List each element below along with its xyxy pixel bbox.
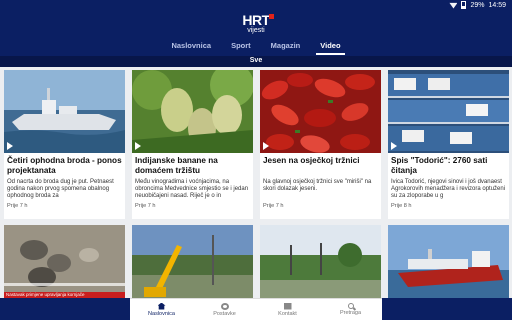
tab-sport[interactable]: Sport [221, 36, 261, 56]
video-thumbnail[interactable] [260, 70, 381, 153]
logo-mark: HRT [242, 13, 274, 27]
battery-icon [461, 1, 467, 9]
logo-subtitle: vijesti [247, 27, 265, 34]
filter-sve[interactable]: Sve [243, 56, 269, 68]
logo-red-square [268, 14, 274, 19]
card-time: Prije 7 h [263, 203, 284, 209]
card-time: Prije 7 h [7, 203, 28, 209]
card-time: Prije 7 h [135, 203, 156, 209]
card-summary: Ivica Todorić, njegovi sinovi i još dvan… [391, 179, 506, 200]
video-thumbnail[interactable] [4, 225, 125, 298]
card-summary: Među vinogradima i voćnjacima, na obronc… [135, 179, 249, 200]
app-header: HRT vijesti [0, 12, 512, 36]
tab-naslovnica[interactable]: Naslovnica [161, 36, 221, 56]
card-title: Indijanske banane na domaćem tržištu [135, 156, 218, 175]
nav-kontakt[interactable]: Kontakt [256, 299, 319, 320]
video-card[interactable]: Jesen na osječkoj tržnici Na glavnoj osj… [260, 70, 381, 219]
news-ticker: Nastavak primjene upravljanja kornjače [4, 292, 125, 298]
card-time: Prije 8 h [391, 203, 412, 209]
nav-pretraga[interactable]: Pretraga [319, 299, 382, 320]
nav-label: Naslovnica [148, 310, 175, 317]
nav-label: Postavke [213, 310, 236, 317]
video-thumbnail[interactable] [388, 225, 509, 298]
video-thumbnail[interactable] [388, 70, 509, 153]
play-icon [391, 142, 397, 150]
mail-icon [283, 302, 292, 310]
video-card[interactable] [388, 225, 509, 298]
card-summary: Na glavnoj osječkoj tržnici sve "miriši"… [263, 179, 372, 193]
nav-label: Kontakt [278, 310, 297, 317]
video-card[interactable]: Spis "Todorić": 2760 sati čitanja Ivica … [388, 70, 509, 219]
card-summary: Od nacrta do broda dug je put. Petnaest … [7, 179, 114, 200]
home-icon [157, 302, 166, 310]
search-icon [347, 303, 354, 309]
clock: 14:59 [488, 1, 506, 9]
nav-label: Pretraga [339, 310, 362, 316]
video-card[interactable]: Nastavak primjene upravljanja kornjače [4, 225, 125, 298]
video-card[interactable]: Indijanske banane na domaćem tržištu Međ… [132, 70, 253, 219]
hrt-logo[interactable]: HRT vijesti [242, 13, 274, 36]
video-card[interactable] [132, 225, 253, 298]
nav-naslovnica[interactable]: Naslovnica [130, 299, 193, 320]
play-icon [135, 142, 141, 150]
card-title: Četiri ophodna broda - ponos projektanat… [7, 156, 122, 175]
bottom-navigation: Naslovnica Postavke Kontakt Pretraga [130, 298, 382, 320]
gear-icon [220, 302, 229, 310]
video-thumbnail[interactable] [4, 70, 125, 153]
tab-magazin[interactable]: Magazin [261, 36, 311, 56]
tab-video[interactable]: Video [310, 36, 350, 56]
card-title: Spis "Todorić": 2760 sati čitanja [391, 156, 488, 175]
video-thumbnail[interactable] [132, 225, 253, 298]
video-thumbnail[interactable] [260, 225, 381, 298]
play-icon [7, 142, 13, 150]
card-title: Jesen na osječkoj tržnici [263, 156, 360, 165]
video-grid: Četiri ophodna broda - ponos projektanat… [0, 67, 512, 298]
play-icon [263, 142, 269, 150]
video-card[interactable]: Četiri ophodna broda - ponos projektanat… [4, 70, 125, 219]
video-card[interactable] [260, 225, 381, 298]
nav-postavke[interactable]: Postavke [193, 299, 256, 320]
main-tabs: Naslovnica Sport Magazin Video [0, 36, 512, 56]
filter-bar: Sve [0, 56, 512, 68]
wifi-icon [449, 2, 458, 9]
video-thumbnail[interactable] [132, 70, 253, 153]
battery-level: 29% [470, 1, 485, 9]
status-bar: 29% 14:59 [0, 0, 512, 12]
